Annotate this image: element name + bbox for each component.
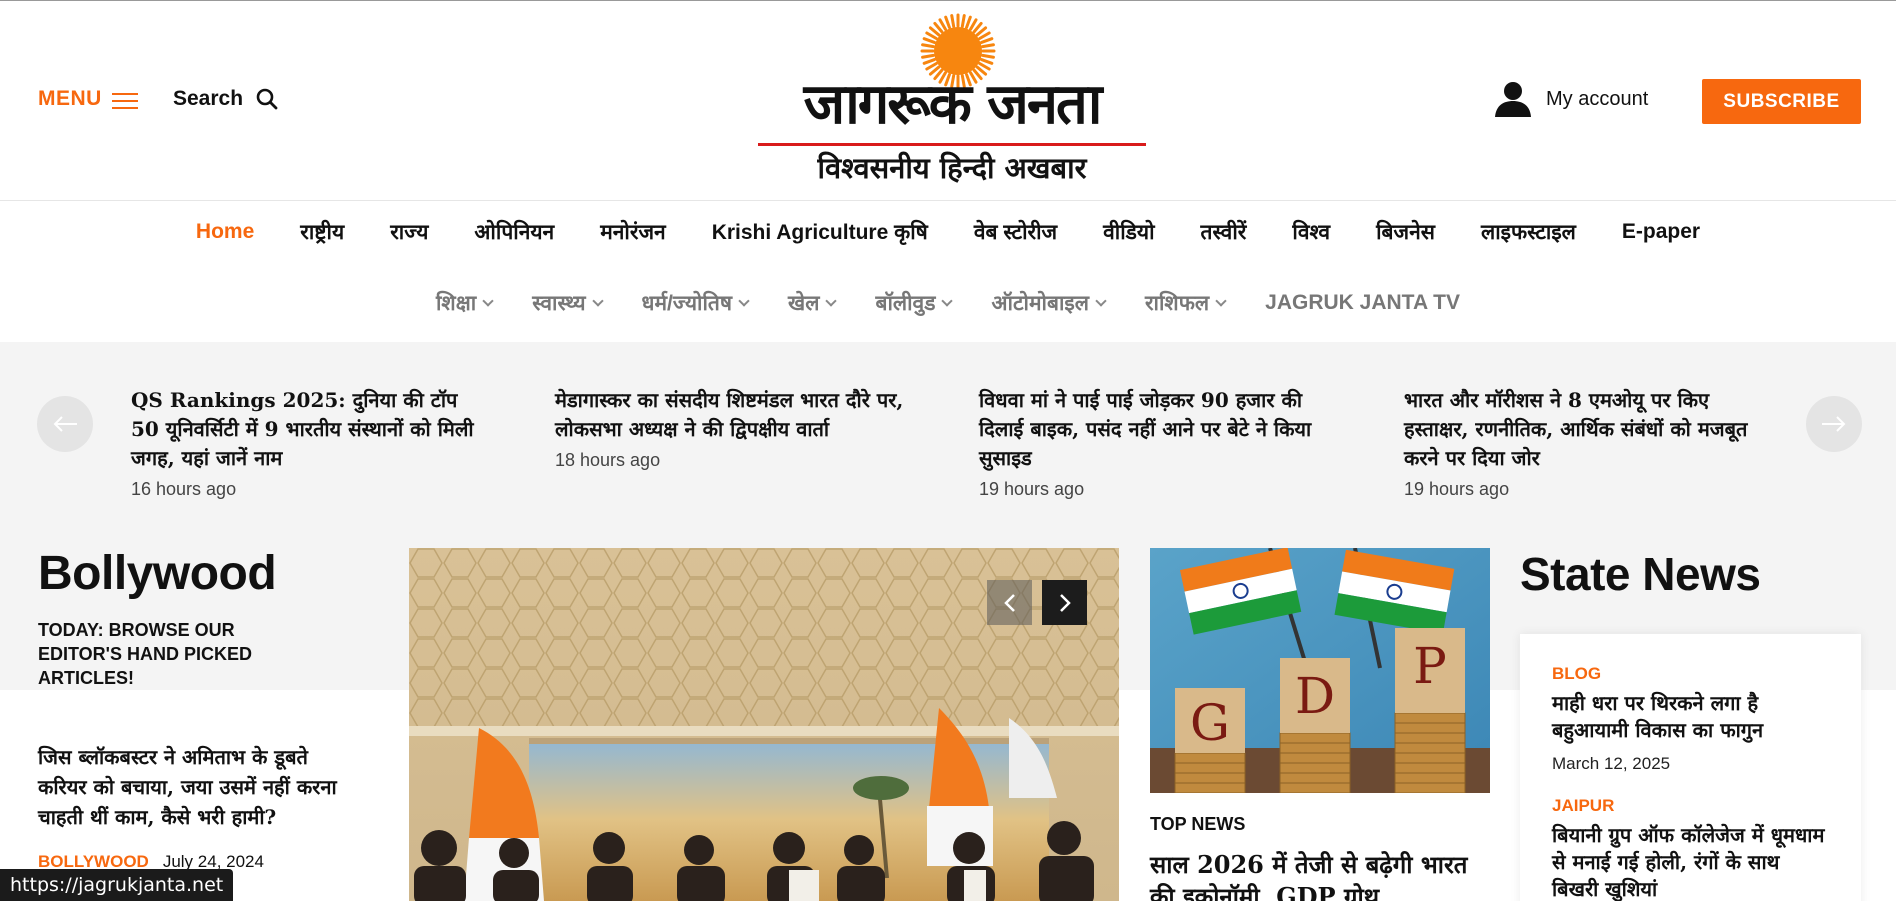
- ticker-card[interactable]: भारत और मॉरीशस ने 8 एमओयू पर किए हस्ताक्…: [1404, 386, 1764, 500]
- search-label: Search: [173, 87, 244, 110]
- page: MENU Search जागरूक जनता विश्वसनीय हिन्दी…: [0, 0, 1896, 901]
- subnav-label: खेल: [788, 292, 820, 315]
- nav-item[interactable]: ओपिनियन: [474, 218, 554, 246]
- ticker-title[interactable]: QS Rankings 2025: दुनिया की टॉप 50 यूनिव…: [131, 386, 491, 473]
- ticker-time: 19 hours ago: [1404, 479, 1510, 499]
- browser-status-url: https://jagrukjanta.net: [0, 869, 234, 901]
- arrow-left-icon: [53, 416, 77, 432]
- menu-button[interactable]: MENU: [38, 87, 138, 111]
- chevron-down-icon: [1215, 294, 1227, 307]
- nav-item[interactable]: लाइफस्टाइल: [1481, 218, 1576, 246]
- chevron-right-icon: [1059, 593, 1071, 612]
- subnav-dropdown[interactable]: शिक्षा: [435, 289, 494, 317]
- state-news-date: March 12, 2025: [1552, 754, 1671, 773]
- primary-nav: Home राष्ट्रीय राज्य ओपिनियन मनोरंजन Krishi A…: [0, 201, 1896, 263]
- ticker-title[interactable]: विधवा मां ने पाई पाई जोड़कर 90 हजार की द…: [979, 386, 1339, 473]
- my-account-label: My account: [1546, 87, 1649, 110]
- bollywood-heading: Bollywood: [38, 547, 277, 600]
- hero-next-button[interactable]: [1042, 580, 1087, 625]
- state-news-title[interactable]: माही धरा पर थिरकने लगा है बहुआयामी विकास…: [1552, 690, 1829, 744]
- subnav-dropdown[interactable]: स्वास्थ्य: [532, 289, 604, 317]
- bollywood-subheading: TODAY: BROWSE OUR EDITOR'S HAND PICKED A…: [38, 620, 252, 688]
- search-button[interactable]: Search: [173, 87, 279, 111]
- gdp-letter: D: [1295, 667, 1335, 725]
- ticker-card[interactable]: QS Rankings 2025: दुनिया की टॉप 50 यूनिव…: [131, 386, 491, 500]
- ticker-card[interactable]: मेडागास्कर का संसदीय शिष्टमंडल भारत दौरे…: [555, 386, 915, 471]
- subnav-dropdown[interactable]: ऑटोमोबाइल: [991, 289, 1107, 317]
- state-news-section: State News BLOG माही धरा पर थिरकने लगा है…: [1520, 548, 1896, 901]
- top-news-article: TOP NEWS साल 2026 में तेजी से बढ़ेगी भार…: [1150, 814, 1480, 901]
- ticker-time: 18 hours ago: [555, 450, 661, 470]
- nav-item[interactable]: राज्य: [390, 218, 428, 246]
- state-news-card: BLOG माही धरा पर थिरकने लगा है बहुआयामी व…: [1520, 634, 1861, 901]
- state-news-category[interactable]: BLOG: [1552, 664, 1829, 684]
- nav-item[interactable]: E-paper: [1622, 220, 1700, 244]
- subnav-dropdown[interactable]: राशिफल: [1144, 289, 1227, 317]
- subnav-label: बॉलीवुड: [875, 292, 936, 315]
- logo-tagline: विश्वसनीय हिन्दी अखबार: [817, 151, 1087, 185]
- subnav-dropdown[interactable]: खेल: [788, 289, 838, 317]
- chevron-down-icon: [591, 294, 604, 307]
- subnav-label: राशिफल: [1144, 292, 1210, 315]
- ticker-next-button[interactable]: [1806, 396, 1862, 452]
- my-account-link[interactable]: My account: [1494, 81, 1648, 117]
- menu-label: MENU: [38, 87, 102, 110]
- logo-red-rule: [758, 143, 1146, 146]
- nav-item[interactable]: राष्ट्रीय: [300, 218, 344, 246]
- subnav-jagruk-janta-tv[interactable]: JAGRUK JANTA TV: [1265, 291, 1460, 315]
- search-icon: [256, 88, 278, 110]
- ticker-prev-button[interactable]: [37, 396, 93, 452]
- state-news-title[interactable]: बियानी ग्रुप ऑफ कॉलेजेज में धूमधाम से मन…: [1552, 822, 1829, 901]
- ticker-time: 19 hours ago: [979, 479, 1085, 499]
- top-news-title[interactable]: साल 2026 में तेजी से बढ़ेगी भारत की इकोन…: [1150, 849, 1480, 901]
- state-news-item: BLOG माही धरा पर थिरकने लगा है बहुआयामी व…: [1552, 664, 1829, 774]
- hero-prev-button[interactable]: [987, 580, 1032, 625]
- state-news-heading: State News: [1520, 548, 1761, 600]
- logo-brand-text: जागरूक जनता: [803, 72, 1103, 137]
- nav-item[interactable]: वीडियो: [1103, 218, 1154, 246]
- nav-item[interactable]: तस्वीरें: [1201, 218, 1247, 246]
- gdp-letter: P: [1413, 637, 1447, 695]
- bollywood-article-title[interactable]: जिस ब्लॉकबस्टर ने अमिताभ के डूबते करियर …: [38, 742, 358, 832]
- nav-item[interactable]: बिजनेस: [1376, 218, 1435, 246]
- chevron-down-icon: [1095, 294, 1107, 307]
- chevron-left-icon: [1003, 593, 1015, 612]
- ticker-title[interactable]: मेडागास्कर का संसदीय शिष्टमंडल भारत दौरे…: [555, 386, 915, 444]
- gdp-letter: G: [1190, 694, 1230, 752]
- hamburger-icon: [111, 93, 138, 109]
- subnav-dropdown[interactable]: बॉलीवुड: [875, 289, 954, 317]
- subnav-label: धर्म/ज्योतिष: [641, 292, 733, 315]
- arrow-right-icon: [1822, 416, 1846, 432]
- nav-item[interactable]: मनोरंजन: [600, 218, 665, 246]
- state-news-category[interactable]: JAIPUR: [1552, 796, 1829, 816]
- chevron-down-icon: [482, 294, 494, 307]
- gdp-article-image[interactable]: GDP: [1150, 548, 1490, 793]
- site-logo[interactable]: जागरूक जनता विश्वसनीय हिन्दी अखबार: [752, 11, 1152, 191]
- nav-item[interactable]: Krishi Agriculture कृषि: [712, 218, 928, 246]
- ticker-time: 16 hours ago: [131, 479, 237, 499]
- subnav-label: ऑटोमोबाइल: [991, 292, 1089, 315]
- user-icon: [1495, 82, 1531, 117]
- gdp-blocks-image: G DP: [1150, 548, 1490, 793]
- ticker-card[interactable]: विधवा मां ने पाई पाई जोड़कर 90 हजार की द…: [979, 386, 1339, 500]
- top-news-category[interactable]: TOP NEWS: [1150, 814, 1480, 835]
- subscribe-button[interactable]: SUBSCRIBE: [1702, 79, 1861, 124]
- site-header: MENU Search जागरूक जनता विश्वसनीय हिन्दी…: [0, 1, 1896, 200]
- hero-slider[interactable]: [409, 548, 1119, 901]
- chevron-down-icon: [825, 294, 838, 307]
- nav-item[interactable]: Home: [196, 220, 254, 244]
- chevron-down-icon: [738, 294, 750, 307]
- secondary-nav: शिक्षा स्वास्थ्य धर्म/ज्योतिष खेल बॉलीवुड ऑटो…: [0, 272, 1896, 334]
- state-news-item: JAIPUR बियानी ग्रुप ऑफ कॉलेजेज में धूमधाम…: [1552, 796, 1829, 901]
- nav-item[interactable]: वेब स्टोरीज: [974, 218, 1057, 246]
- subnav-dropdown[interactable]: धर्म/ज्योतिष: [641, 289, 750, 317]
- chevron-down-icon: [941, 294, 954, 307]
- subnav-label: शिक्षा: [435, 292, 477, 315]
- bollywood-section: Bollywood TODAY: BROWSE OUR EDITOR'S HAN…: [38, 547, 378, 872]
- subnav-label: स्वास्थ्य: [532, 292, 586, 315]
- ticker-title[interactable]: भारत और मॉरीशस ने 8 एमओयू पर किए हस्ताक्…: [1404, 386, 1764, 473]
- nav-item[interactable]: विश्व: [1292, 218, 1330, 246]
